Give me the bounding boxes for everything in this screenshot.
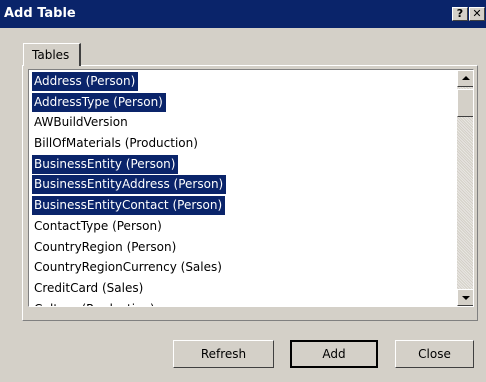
list-item[interactable]: CountryRegionCurrency (Sales) [30,257,456,278]
close-window-button[interactable]: ✕ [469,7,485,21]
list-item-label: Culture (Production) [32,300,158,306]
list-item[interactable]: BillOfMaterials (Production) [30,133,456,154]
list-item-label: BusinessEntity (Person) [32,154,179,174]
scroll-thumb[interactable] [457,89,473,117]
list-item[interactable]: BusinessEntity (Person) [30,154,456,175]
list-item[interactable]: CreditCard (Sales) [30,278,456,299]
list-item-label: AddressType (Person) [32,92,166,112]
list-item[interactable]: BusinessEntityContact (Person) [30,195,456,216]
list-item-label: Address (Person) [32,72,139,91]
refresh-button[interactable]: Refresh [173,340,274,368]
tables-list: Address (Person) AddressType (Person) AWBu… [30,71,456,306]
window-title: Add Table [4,6,76,21]
arrow-down-icon [462,296,470,300]
list-item[interactable]: ContactType (Person) [30,216,456,237]
list-item[interactable]: Address (Person) [30,71,456,92]
list-item-label: AWBuildVersion [34,115,128,130]
list-item-label: CreditCard (Sales) [34,280,144,295]
list-item[interactable]: AWBuildVersion [30,112,456,133]
list-item[interactable]: CountryRegion (Person) [30,237,456,258]
vertical-scrollbar[interactable] [457,70,473,306]
scroll-down-button[interactable] [457,289,473,306]
list-item-label: BusinessEntityAddress (Person) [32,175,227,195]
add-button[interactable]: Add [290,340,378,368]
list-item[interactable]: AddressType (Person) [30,92,456,113]
tab-tables[interactable]: Tables [23,43,81,66]
help-button[interactable]: ? [452,7,468,21]
list-item-label: CountryRegion (Person) [34,239,177,254]
list-item[interactable]: BusinessEntityAddress (Person) [30,174,456,195]
tab-tables-label: Tables [32,48,70,62]
scroll-up-button[interactable] [457,70,473,87]
title-bar[interactable]: Add Table ? ✕ [0,0,486,28]
list-item-label: BusinessEntityContact (Person) [32,196,226,216]
tables-listbox[interactable]: Address (Person) AddressType (Person) AWBu… [28,69,474,307]
list-item-label: BillOfMaterials (Production) [34,136,198,151]
arrow-up-icon [462,76,470,80]
list-item-label: CountryRegionCurrency (Sales) [34,260,222,275]
list-item-label: ContactType (Person) [34,218,162,233]
list-item[interactable]: Culture (Production) [30,299,456,306]
close-button[interactable]: Close [395,340,474,368]
